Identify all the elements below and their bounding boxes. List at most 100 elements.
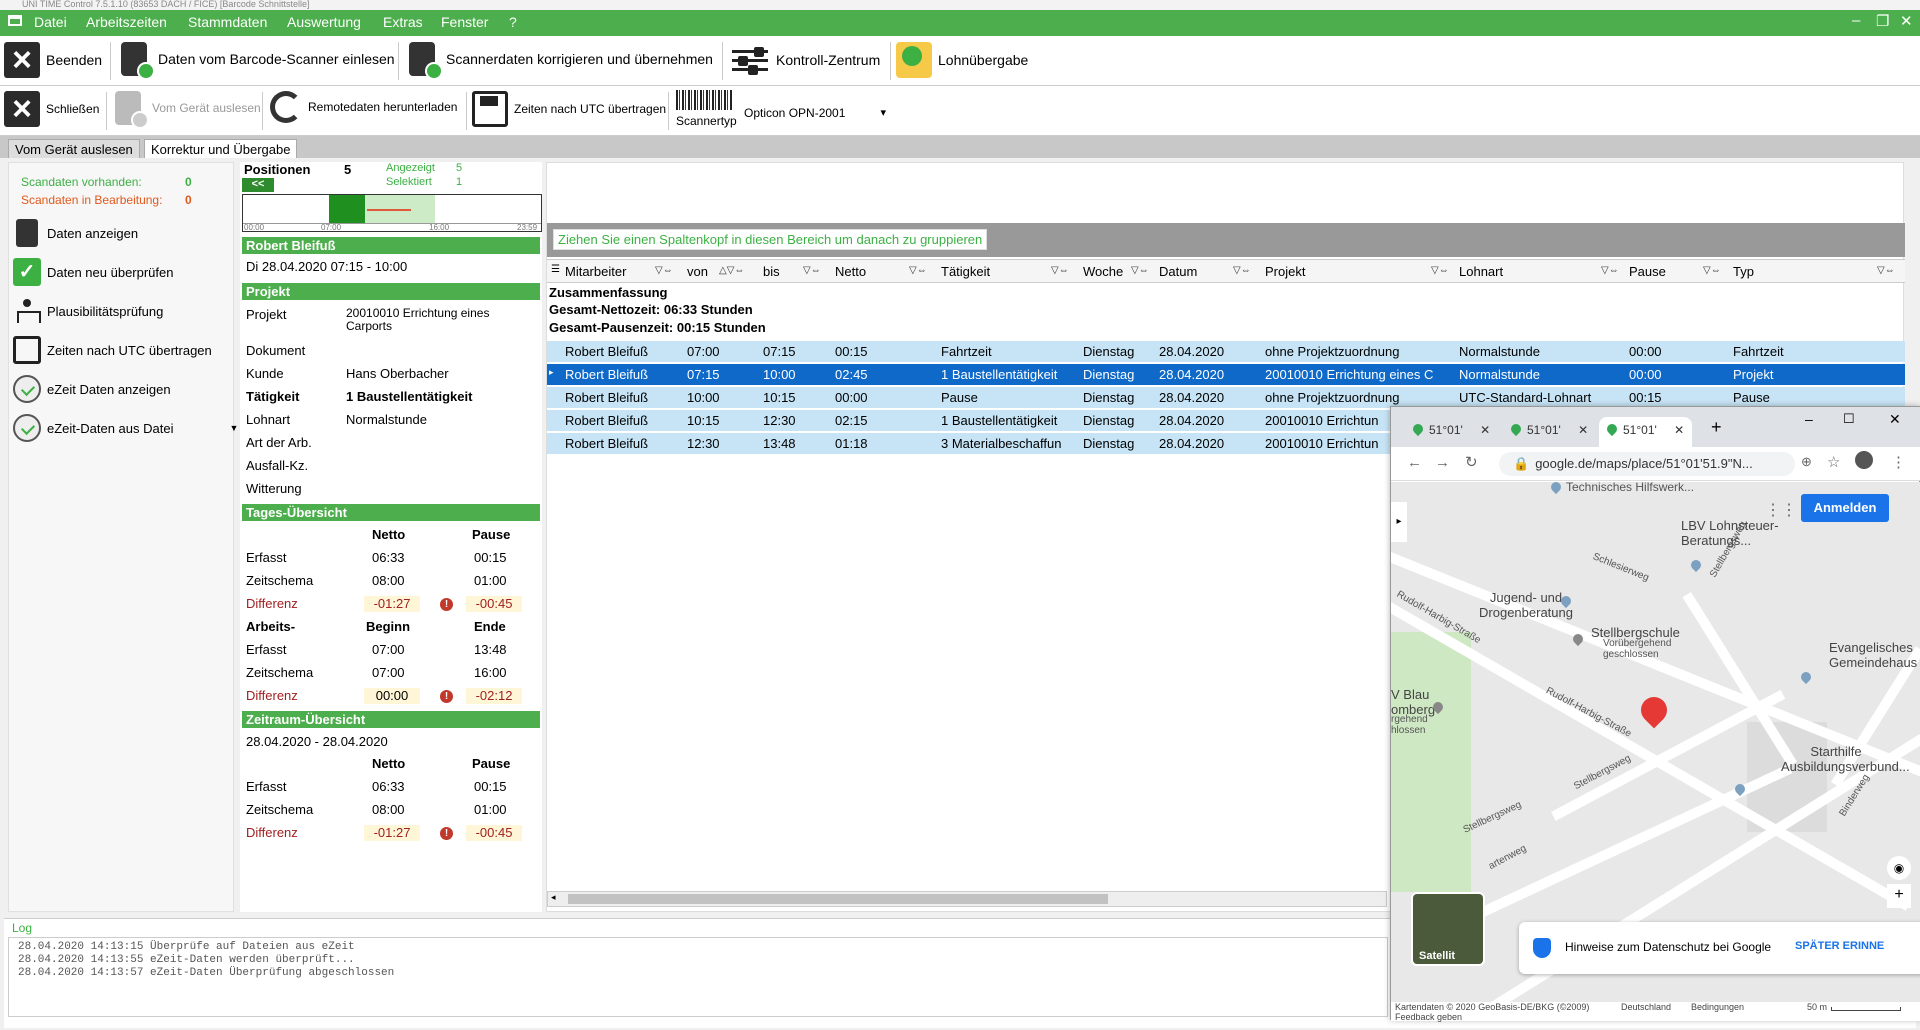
tab-close-icon[interactable]: ✕ [1480, 423, 1490, 437]
minimize-icon[interactable]: – [1805, 411, 1813, 427]
browser-tab-active[interactable]: 51°01' ✕ [1599, 417, 1693, 447]
filter-icon[interactable]: ▽⇔ [803, 265, 821, 276]
row-label: Arbeits- [246, 619, 296, 634]
nav-ezeit-datei[interactable]: eZeit-Daten aus Datei ▼ [13, 414, 238, 442]
tab-close-icon[interactable]: ✕ [1578, 423, 1588, 437]
col-netto: Netto [372, 756, 406, 771]
column-header[interactable]: Pause [1629, 264, 1666, 279]
tab-korrektur[interactable]: Korrektur und Übergabe [144, 139, 298, 158]
column-header[interactable]: Lohnart [1459, 264, 1503, 279]
save-disk-icon [472, 91, 508, 127]
table-row[interactable]: Robert Bleifuß 07:00 07:15 00:15 Fahrtzeit Di… [547, 341, 1905, 363]
forward-icon[interactable]: → [1435, 454, 1450, 471]
menu-auswertung[interactable]: Auswertung [287, 14, 361, 30]
horizontal-scrollbar[interactable]: ◂ [547, 891, 1387, 907]
filter-icon[interactable]: ▽⇔ [1703, 265, 1721, 276]
back-icon[interactable]: ← [1407, 454, 1422, 471]
menu-help[interactable]: ? [509, 14, 517, 30]
table-cell: 12:30 [763, 413, 796, 428]
map-country[interactable]: Deutschland [1621, 1002, 1671, 1012]
map-view[interactable]: Technisches Hilfswerk... LBV Lohnsteuer-… [1391, 482, 1920, 1002]
minimize-icon[interactable]: – [1852, 12, 1860, 29]
filter-icon[interactable]: ▽⇔ [655, 265, 673, 276]
back-button[interactable]: << [242, 178, 274, 192]
map-poi-icon [1688, 557, 1704, 573]
daten-einlesen-button[interactable]: Daten vom Barcode-Scanner einlesen [116, 42, 395, 80]
star-icon[interactable]: ☆ [1827, 453, 1840, 471]
table-cell: 00:00 [835, 390, 868, 405]
scannertyp-select[interactable]: Opticon OPN-2001 [740, 102, 890, 124]
menu-fenster[interactable]: Fenster [441, 14, 488, 30]
scroll-left-icon[interactable]: ◂ [551, 892, 556, 903]
row-label: Erfasst [246, 550, 287, 565]
kontroll-zentrum-button[interactable]: Kontroll-Zentrum [730, 42, 880, 78]
browser-tab[interactable]: 51°01' ✕ [1405, 417, 1498, 447]
filter-icon[interactable]: ▽⇔ [1431, 265, 1449, 276]
column-header[interactable]: Datum [1159, 264, 1197, 279]
nav-daten-ueberpruefen[interactable]: ✓ Daten neu überprüfen [13, 258, 173, 286]
map-terms-link[interactable]: Bedingungen [1691, 1002, 1744, 1012]
sort-filter-icon[interactable]: △▽⇔ [719, 265, 744, 276]
menu-extras[interactable]: Extras [383, 14, 423, 30]
lohnuebergabe-button[interactable]: Lohnübergabe [896, 42, 1028, 78]
menu-datei[interactable]: Datei [34, 14, 67, 30]
filter-icon[interactable]: ▽⇔ [909, 265, 927, 276]
filter-icon[interactable]: ▽⇔ [1131, 265, 1149, 276]
my-location-icon[interactable]: ◉ [1887, 856, 1911, 880]
column-header[interactable]: Mitarbeiter [565, 264, 626, 279]
feedback-link[interactable]: Feedback geben [1395, 1012, 1462, 1022]
new-tab-icon[interactable]: + [1711, 417, 1722, 438]
reload-icon[interactable]: ↻ [1465, 453, 1478, 471]
nav-utc[interactable]: Zeiten nach UTC übertragen [13, 336, 212, 364]
location-pin-icon[interactable] [1635, 691, 1673, 729]
map-attribution: Kartendaten © 2020 GeoBasis-DE/BKG (©200… [1395, 1002, 1590, 1012]
column-header[interactable]: Projekt [1265, 264, 1305, 279]
nav-ezeit-anzeigen[interactable]: eZeit Daten anzeigen [13, 375, 171, 403]
column-header[interactable]: Netto [835, 264, 866, 279]
browser-tab[interactable]: 51°01' ✕ [1503, 417, 1596, 447]
filter-icon[interactable]: ▽⇔ [1601, 265, 1619, 276]
bearbeitung-value: 0 [185, 193, 192, 207]
satellit-button[interactable]: Satellit [1411, 892, 1485, 966]
schliessen-button[interactable]: × Schließen [4, 91, 99, 127]
row-label: Zeitschema [246, 573, 314, 588]
column-header[interactable]: von [687, 264, 708, 279]
nav-daten-anzeigen[interactable]: Daten anzeigen [13, 219, 138, 247]
url-input[interactable]: 🔒 google.de/maps/place/51°01'51.9"N... [1499, 452, 1795, 476]
tab-vom-geraet[interactable]: Vom Gerät auslesen [8, 139, 140, 158]
anmelden-button[interactable]: Anmelden [1801, 494, 1889, 522]
map-label: rgehend hlossen [1391, 714, 1428, 736]
profile-icon[interactable] [1855, 451, 1873, 469]
menu-stammdaten[interactable]: Stammdaten [188, 14, 267, 30]
beenden-button[interactable]: × Beenden [4, 42, 102, 78]
expand-panel-icon[interactable]: ▸ [1391, 502, 1407, 542]
menu-arbeitszeiten[interactable]: Arbeitszeiten [86, 14, 167, 30]
day-timeline[interactable]: 00:00 07:00 16:00 23:59 [242, 194, 542, 232]
location-icon[interactable]: ⊕ [1801, 454, 1812, 470]
filter-icon[interactable]: ▽⇔ [1051, 265, 1069, 276]
filter-icon[interactable]: ▽⇔ [1233, 265, 1251, 276]
utc-button[interactable]: Zeiten nach UTC übertragen [472, 91, 666, 127]
remotedaten-button[interactable]: Remotedaten herunterladen [270, 91, 457, 123]
kebab-menu-icon[interactable]: ⋮ [1891, 453, 1906, 471]
tab-close-icon[interactable]: ✕ [1674, 423, 1684, 437]
filter-icon[interactable]: ▽⇔ [1877, 265, 1895, 276]
scrollbar-thumb[interactable] [568, 894, 1108, 904]
value: 13:48 [474, 642, 507, 657]
column-chooser-icon[interactable]: ☰ [551, 264, 560, 275]
column-header[interactable]: Woche [1083, 264, 1123, 279]
close-icon[interactable]: ✕ [1889, 411, 1901, 428]
apps-grid-icon[interactable]: ⋮⋮ [1765, 500, 1797, 520]
restore-icon[interactable]: ❐ [1876, 12, 1889, 30]
table-row[interactable]: ▸ Robert Bleifuß 07:15 10:00 02:45 1 Baustell… [547, 364, 1905, 386]
column-header[interactable]: bis [763, 264, 780, 279]
nav-plausibilitaet[interactable]: Plausibilitätsprüfung [13, 297, 163, 325]
korrigieren-button[interactable]: Scannerdaten korrigieren und übernehmen [404, 42, 713, 80]
close-icon[interactable]: ✕ [1900, 12, 1913, 30]
zoom-in-icon[interactable]: + [1887, 884, 1911, 908]
vom-geraet-button[interactable]: Vom Gerät auslesen [110, 91, 261, 129]
column-header[interactable]: Typ [1733, 264, 1754, 279]
maximize-icon[interactable]: ☐ [1843, 411, 1855, 427]
spaeter-button[interactable]: SPÄTER ERINNE [1795, 940, 1884, 952]
column-header[interactable]: Tätigkeit [941, 264, 990, 279]
